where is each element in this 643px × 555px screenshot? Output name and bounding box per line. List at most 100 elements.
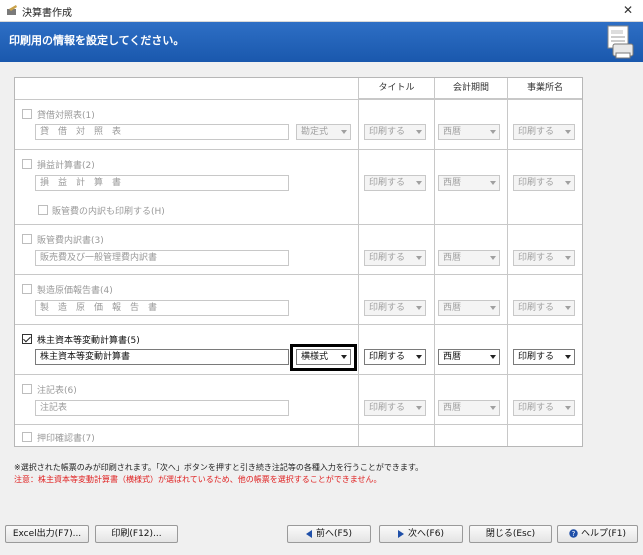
equity-changes-office-value: 印刷する (518, 352, 555, 362)
chevron-down-icon (565, 130, 571, 134)
sga-statement-name-field[interactable]: 販売費及び一般管理費内訳書 (35, 250, 289, 266)
seal-confirmation-label: 押印確認書(7) (37, 434, 95, 444)
sga-statement-office-select[interactable]: 印刷する (513, 250, 575, 266)
manufacturing-cost-checkbox[interactable] (22, 284, 32, 294)
excel-export-button[interactable]: Excel出力(F7)... (5, 525, 89, 543)
sga-breakdown-label: 販管費の内訳も印刷する(H) (52, 207, 165, 217)
manufacturing-cost-name-field[interactable]: 製 造 原 価 報 告 書 (35, 300, 289, 316)
notes-label: 注記表(6) (37, 386, 77, 396)
close-button[interactable]: 閉じる(Esc) (469, 525, 552, 543)
next-button-label: 次へ(F6) (408, 529, 444, 539)
sga-statement-checkbox[interactable] (22, 234, 32, 244)
income-statement-checkbox[interactable] (22, 159, 32, 169)
grid-line (15, 424, 582, 425)
balance-sheet-format-select[interactable]: 勘定式 (296, 124, 351, 140)
balance-sheet-label: 貸借対照表(1) (37, 111, 95, 121)
chevron-down-icon (416, 406, 422, 410)
balance-sheet-checkbox[interactable] (22, 109, 32, 119)
column-header-period: 会計期間 (434, 78, 507, 99)
balance-sheet-name-field[interactable]: 貸 借 対 照 表 (35, 124, 289, 140)
chevron-down-icon (416, 355, 422, 359)
help-button[interactable]: ? ヘルプ(F1) (557, 525, 638, 543)
header-instruction: 印刷用の情報を設定してください。 (9, 34, 185, 47)
sga-breakdown-checkbox[interactable] (38, 205, 48, 215)
print-button[interactable]: 印刷(F12)... (95, 525, 178, 543)
prev-button-label: 前へ(F5) (316, 529, 352, 539)
printer-document-icon (607, 25, 634, 59)
prev-button[interactable]: 前へ(F5) (287, 525, 371, 543)
balance-sheet-title-value: 印刷する (369, 127, 406, 137)
notes-office-value: 印刷する (518, 403, 555, 413)
manufacturing-cost-period-select[interactable]: 西暦 (438, 300, 500, 316)
sga-statement-office-value: 印刷する (518, 253, 555, 263)
notes-name-field[interactable]: 注記表 (35, 400, 289, 416)
balance-sheet-office-value: 印刷する (518, 127, 555, 137)
income-statement-office-select[interactable]: 印刷する (513, 175, 575, 191)
title-bar: 決算書作成 ✕ (0, 0, 643, 22)
balance-sheet-period-value: 西暦 (443, 127, 462, 137)
income-statement-name-field[interactable]: 損 益 計 算 書 (35, 175, 289, 191)
balance-sheet-office-select[interactable]: 印刷する (513, 124, 575, 140)
balance-sheet-period-select[interactable]: 西暦 (438, 124, 500, 140)
equity-changes-format-select[interactable]: 横様式 (296, 349, 351, 365)
app-pencil-icon (7, 5, 17, 15)
notes-office-select[interactable]: 印刷する (513, 400, 575, 416)
manufacturing-cost-office-select[interactable]: 印刷する (513, 300, 575, 316)
income-statement-title-select[interactable]: 印刷する (364, 175, 426, 191)
manufacturing-cost-period-value: 西暦 (443, 303, 462, 313)
chevron-down-icon (565, 306, 571, 310)
chevron-down-icon (490, 406, 496, 410)
grid-line (15, 149, 582, 150)
equity-changes-label: 株主資本等変動計算書(5) (37, 336, 140, 346)
chevron-down-icon (341, 130, 347, 134)
income-statement-title-value: 印刷する (369, 178, 406, 188)
notes-checkbox[interactable] (22, 384, 32, 394)
manufacturing-cost-title-value: 印刷する (369, 303, 406, 313)
equity-changes-name-field[interactable]: 株主資本等変動計算書 (35, 349, 289, 365)
next-button[interactable]: 次へ(F6) (379, 525, 463, 543)
close-window-button[interactable]: ✕ (613, 0, 643, 21)
column-header-title: タイトル (358, 78, 434, 99)
chevron-down-icon (416, 130, 422, 134)
grid-line (507, 78, 508, 446)
grid-line (15, 274, 582, 275)
chevron-down-icon (565, 256, 571, 260)
chevron-down-icon (416, 181, 422, 185)
equity-changes-format-value: 横様式 (301, 352, 329, 362)
equity-changes-period-value: 西暦 (443, 352, 462, 362)
manufacturing-cost-title-select[interactable]: 印刷する (364, 300, 426, 316)
notes-period-select[interactable]: 西暦 (438, 400, 500, 416)
chevron-down-icon (490, 256, 496, 260)
svg-text:?: ? (572, 530, 576, 538)
grid-line (358, 78, 359, 446)
chevron-down-icon (565, 406, 571, 410)
chevron-down-icon (490, 355, 496, 359)
income-statement-period-select[interactable]: 西暦 (438, 175, 500, 191)
chevron-down-icon (565, 181, 571, 185)
equity-changes-title-value: 印刷する (369, 352, 406, 362)
arrow-right-icon (398, 529, 405, 538)
grid-line (15, 324, 582, 325)
equity-changes-office-select[interactable]: 印刷する (513, 349, 575, 365)
grid-line (15, 224, 582, 225)
column-header-office: 事業所名 (507, 78, 582, 99)
notes-period-value: 西暦 (443, 403, 462, 413)
grid-line (15, 374, 582, 375)
seal-confirmation-checkbox[interactable] (22, 432, 32, 442)
sga-statement-label: 販管費内訳書(3) (37, 236, 104, 246)
sga-statement-title-select[interactable]: 印刷する (364, 250, 426, 266)
help-icon: ? (569, 529, 578, 538)
chevron-down-icon (341, 355, 347, 359)
sga-statement-period-select[interactable]: 西暦 (438, 250, 500, 266)
manufacturing-cost-label: 製造原価報告書(4) (37, 286, 113, 296)
equity-changes-title-select[interactable]: 印刷する (364, 349, 426, 365)
balance-sheet-title-select[interactable]: 印刷する (364, 124, 426, 140)
sga-statement-title-value: 印刷する (369, 253, 406, 263)
window-title: 決算書作成 (22, 8, 72, 19)
chevron-down-icon (565, 355, 571, 359)
grid-line (15, 99, 582, 100)
equity-changes-checkbox[interactable] (22, 334, 32, 344)
chevron-down-icon (490, 181, 496, 185)
notes-title-select[interactable]: 印刷する (364, 400, 426, 416)
equity-changes-period-select[interactable]: 西暦 (438, 349, 500, 365)
